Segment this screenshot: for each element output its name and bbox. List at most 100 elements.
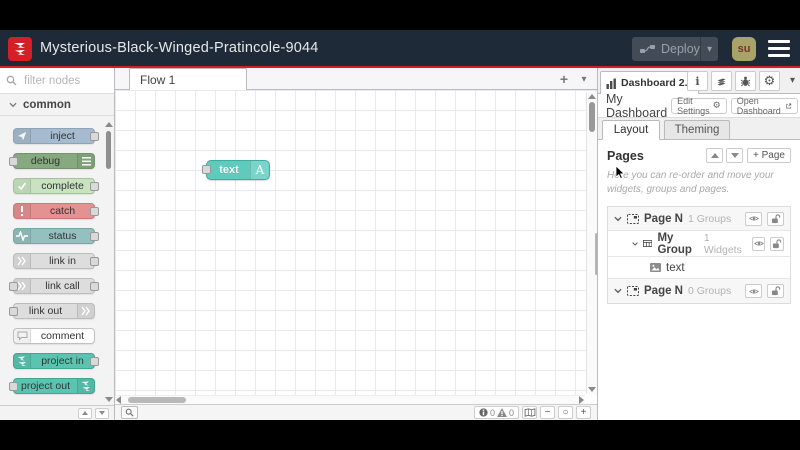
open-dashboard-button[interactable]: Open Dashboard (730, 95, 798, 116)
tab-config[interactable]: ⚙ (759, 71, 780, 91)
pages-help-text: Here you can re-order and move your widg… (607, 166, 791, 197)
deploy-button[interactable]: Deploy ▾ (632, 37, 718, 61)
toggle-lock-button[interactable] (767, 211, 784, 226)
screenshot-stage: Mysterious-Black-Winged-Pratincole-9044 … (0, 0, 800, 450)
chevron-down-icon[interactable] (614, 288, 622, 294)
tab-theming[interactable]: Theming (664, 120, 730, 140)
canvas-horizontal-scrollbar[interactable] (115, 395, 585, 404)
filter-nodes-input[interactable] (22, 73, 100, 88)
notification-counts[interactable]: 0 0 (473, 406, 519, 419)
deploy-dropdown-caret[interactable]: ▾ (700, 37, 718, 61)
toggle-visibility-button[interactable] (745, 284, 762, 298)
palette-node-link-out[interactable]: link out (9, 303, 95, 319)
tab-debug[interactable] (735, 71, 756, 91)
chevron-down-icon (99, 411, 105, 415)
table-icon (643, 240, 653, 247)
palette-node-link-in[interactable]: link in (13, 253, 99, 269)
layout-tab-label: Layout (613, 124, 649, 136)
scroll-right-icon[interactable] (579, 396, 584, 404)
tree-row-group[interactable]: My Group 1 Widgets (608, 231, 790, 257)
toggle-lock-button[interactable] (770, 236, 784, 251)
speech-bubble-icon (14, 329, 31, 343)
toggle-lock-button[interactable] (767, 284, 784, 298)
deploy-button-main: Deploy (632, 42, 700, 56)
zoom-reset-button[interactable]: ○ (558, 406, 573, 419)
page-icon (627, 286, 639, 296)
tab-flow-1[interactable]: Flow 1 (129, 68, 247, 90)
tab-info[interactable]: i (687, 71, 708, 91)
page-label: Page N (644, 285, 683, 297)
palette-node-label: inject (50, 130, 75, 142)
page-meta: 1 Groups (688, 212, 732, 225)
flow-workspace: Flow 1 + ▾ text A 0 0 − ○ + (115, 68, 597, 420)
palette-collapse-categories-button[interactable] (78, 407, 92, 419)
scroll-down-icon[interactable] (588, 387, 596, 392)
palette-node-complete[interactable]: complete (13, 178, 99, 194)
vertical-scrollbar-thumb[interactable] (589, 102, 595, 132)
palette-node-link-call[interactable]: link call (9, 278, 99, 294)
tab-actions: + ▾ (553, 68, 593, 90)
tab-help[interactable] (711, 71, 732, 91)
palette-category-common[interactable]: common (0, 94, 114, 116)
palette-node-label: debug (30, 155, 61, 167)
palette-node-status[interactable]: status (13, 228, 99, 244)
sidebar-tab-label: Dashboard 2.0 (621, 77, 694, 89)
palette-node-label: comment (40, 330, 85, 342)
tab-layout[interactable]: Layout (602, 120, 660, 140)
node-port (90, 357, 99, 366)
zoom-out-button[interactable]: − (540, 406, 555, 419)
node-port (90, 282, 99, 291)
palette-scrollbar[interactable] (105, 122, 113, 402)
toggle-visibility-button[interactable] (745, 211, 762, 226)
edit-settings-button[interactable]: Edit Settings ⚙ (671, 96, 727, 116)
palette-node-debug[interactable]: debug (9, 153, 95, 169)
chevron-down-icon (730, 153, 739, 158)
node-port (90, 132, 99, 141)
node-red-app: Mysterious-Black-Winged-Pratincole-9044 … (0, 30, 800, 420)
user-avatar[interactable]: su (732, 37, 756, 61)
node-port (90, 257, 99, 266)
move-page-up-button[interactable] (706, 148, 724, 163)
palette-node-comment[interactable]: comment (13, 328, 95, 344)
scroll-up-icon[interactable] (105, 122, 113, 127)
zoom-in-button[interactable]: + (576, 406, 591, 419)
node-port (9, 382, 18, 391)
palette-expand-categories-button[interactable] (95, 407, 109, 419)
gear-icon: ⚙ (763, 73, 776, 88)
toggle-visibility-button[interactable] (751, 236, 766, 251)
palette-node-project-in[interactable]: project in (13, 353, 99, 369)
main-menu-button[interactable] (768, 40, 790, 57)
group-label: My Group (657, 231, 692, 256)
plus-icon: + (580, 406, 587, 418)
add-flow-button[interactable]: + (553, 71, 575, 87)
canvas-node-text[interactable]: text A (202, 160, 270, 180)
navigator-button[interactable] (522, 406, 537, 419)
search-flows-button[interactable] (121, 406, 138, 419)
palette-node-inject[interactable]: inject (13, 128, 99, 144)
scroll-up-icon[interactable] (588, 94, 596, 99)
flow-canvas[interactable]: text A (115, 90, 597, 395)
open-dashboard-label: Open Dashboard (736, 95, 781, 116)
scroll-left-icon[interactable] (116, 396, 121, 404)
heartbeat-icon (14, 229, 31, 243)
move-page-down-button[interactable] (726, 148, 744, 163)
horizontal-scrollbar-thumb[interactable] (128, 397, 186, 403)
add-page-button[interactable]: + Page (747, 148, 791, 163)
tree-row-page-1[interactable]: Page N 1 Groups (608, 207, 790, 231)
palette-footer (0, 405, 114, 420)
palette-node-label: link in (49, 255, 76, 267)
palette-node-project-out[interactable]: project out (9, 378, 95, 394)
chevron-down-icon[interactable] (614, 216, 622, 222)
chevron-down-icon[interactable] (632, 241, 638, 247)
tree-row-page-2[interactable]: Page N 0 Groups (608, 279, 790, 303)
sidebar-tabs-caret[interactable]: ▾ (790, 75, 795, 86)
flow-tabbar: Flow 1 + ▾ (115, 68, 597, 90)
tree-row-widget-text[interactable]: text (608, 257, 790, 279)
project-logo-icon (14, 354, 31, 368)
scroll-down-icon[interactable] (105, 397, 113, 402)
palette-node-catch[interactable]: catch (13, 203, 99, 219)
palette-scrollbar-thumb[interactable] (106, 131, 111, 169)
dashboard-title: My Dashboard (606, 91, 668, 120)
flow-list-caret[interactable]: ▾ (575, 74, 593, 85)
search-icon (6, 75, 17, 86)
